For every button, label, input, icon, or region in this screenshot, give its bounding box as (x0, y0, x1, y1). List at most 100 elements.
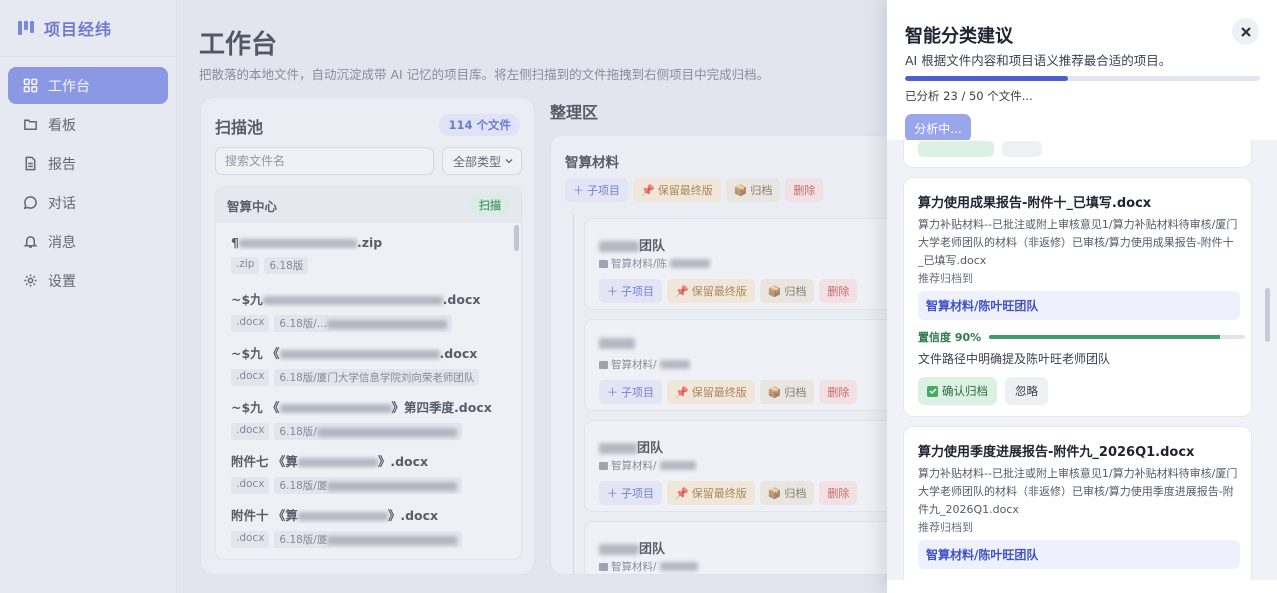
delete-button[interactable]: 删除 (785, 178, 824, 202)
team-card[interactable]: 智算材料/ ＋ 子项目 📌 保留最终版 📦 归档 删除 (584, 319, 887, 411)
sidebar-item-chat[interactable]: 对话 (8, 184, 168, 221)
team-path: 智算材料/陈 (599, 256, 711, 271)
type-filter-value: 全部类型 (453, 154, 502, 169)
search-input[interactable] (215, 147, 434, 175)
file-name: ~$九 《》第四季度.docx (231, 400, 492, 415)
kanban-icon (22, 117, 38, 133)
add-subproject-button[interactable]: ＋ 子项目 (599, 481, 662, 505)
scan-group-title: 智算中心 (227, 198, 278, 214)
suggestion-card: 算力使用季度进展报告-附件九_2026Q1.docx 算力补贴材料--已批注或附… (903, 426, 1252, 580)
chat-icon (22, 195, 38, 211)
organize-panel: 智算材料 ＋ 子项目 📌 保留最终版 📦 归档 删除 团队 智算材料/陈 ＋ 子… (550, 135, 887, 575)
archive-button[interactable]: 📦 归档 (759, 481, 815, 505)
file-item[interactable]: ~$九 《 .docx .docx 6.18版/厦门大学信息学院刘向荣老师团队 (216, 331, 521, 386)
file-ext-tag: .zip (231, 257, 260, 274)
recommend-label: 推荐归档到 (918, 272, 973, 285)
scan-group-header: 智算中心 扫描 (216, 187, 521, 223)
team-name: 团队 (599, 235, 665, 254)
sidebar-item-settings[interactable]: 设置 (8, 262, 168, 299)
file-path-tag: 6.18版/ (274, 423, 462, 440)
team-actions: ＋ 子项目 📌 保留最终版 📦 归档 删除 (599, 279, 858, 303)
file-name: 附件十 《算 》.docx (231, 508, 439, 523)
file-name: ~$九 《 .docx (231, 346, 478, 361)
file-item[interactable]: ~$九 《》第四季度.docx .docx 6.18版/ (216, 385, 521, 440)
main-workspace: 工作台 把散落的本地文件，自动沉淀成带 AI 记忆的项目库。将左侧扫描到的文件拖… (177, 0, 887, 593)
archive-button[interactable]: 📦 归档 (759, 279, 815, 303)
keep-final-button[interactable]: 📌 保留最终版 (667, 481, 755, 505)
team-actions: ＋ 子项目 📌 保留最终版 📦 归档 删除 (599, 380, 858, 404)
sidebar-item-label: 看板 (48, 117, 76, 134)
chevron-down-icon (505, 159, 513, 164)
sidebar-nav: 工作台 看板 报告 对话 消息 设置 (0, 57, 176, 299)
page-subtitle: 把散落的本地文件，自动沉淀成带 AI 记忆的项目库。将左侧扫描到的文件拖拽到右侧… (199, 67, 770, 82)
sidebar-item-label: 报告 (48, 156, 76, 173)
confirm-archive-button[interactable]: 确认归档 (918, 377, 997, 405)
sidebar-item-label: 设置 (48, 273, 76, 290)
folder-icon (599, 461, 608, 470)
close-button[interactable] (1232, 18, 1259, 45)
file-item[interactable]: 附件七 《算 》.docx .docx 6.18版/厦 (216, 439, 521, 494)
analyzing-button[interactable]: 分析中... (905, 114, 971, 142)
file-item[interactable]: ¶ .zip .zip 6.18版 (216, 223, 521, 277)
drawer-scrollbar[interactable] (1265, 288, 1270, 342)
smart-classify-drawer: 智能分类建议 AI 根据文件内容和项目语义推荐最合适的项目。 已分析 23 / … (887, 0, 1277, 593)
add-subproject-button[interactable]: ＋ 子项目 (599, 380, 662, 404)
team-card[interactable]: 团队 智算材料/ (584, 521, 887, 574)
type-filter-select[interactable]: 全部类型 (442, 147, 522, 175)
team-card[interactable]: 团队 智算材料/陈 ＋ 子项目 📌 保留最终版 📦 归档 删除 (584, 218, 887, 310)
file-ext-tag: .docx (231, 531, 270, 548)
sidebar-item-workbench[interactable]: 工作台 (8, 67, 168, 104)
archive-button[interactable]: 📦 归档 (759, 380, 815, 404)
delete-button[interactable]: 删除 (819, 481, 858, 505)
team-path: 智算材料/ (599, 357, 690, 372)
archive-button[interactable]: 📦 归档 (725, 178, 781, 202)
gear-icon (22, 273, 38, 289)
scan-button[interactable]: 扫描 (471, 195, 509, 215)
brand: 项目经纬 (0, 0, 176, 57)
recommended-target: 智算材料/陈叶旺团队 (918, 540, 1240, 569)
delete-button[interactable]: 删除 (819, 279, 858, 303)
confidence-row: 置信度 90% (918, 329, 1246, 345)
team-card[interactable]: 团队 智算材料/ ＋ 子项目 📌 保留最终版 📦 归档 删除 (584, 420, 887, 512)
file-name: ~$九 .docx (231, 292, 481, 307)
analysis-progress-bar (905, 76, 1260, 81)
file-path-tag: 6.18版/厦 (274, 531, 463, 548)
ignore-button[interactable]: 忽略 (1005, 377, 1048, 405)
keep-final-button[interactable]: 📌 保留最终版 (633, 178, 721, 202)
file-item[interactable]: 附件十 《算 》.docx .docx 6.18版/厦 (216, 493, 521, 548)
page-title: 工作台 (199, 30, 278, 60)
file-path-tag: 6.18版/... (274, 315, 452, 332)
sidebar: 项目经纬 工作台 看板 报告 对话 消息 设置 (0, 0, 177, 593)
keep-final-button[interactable]: 📌 保留最终版 (667, 380, 755, 404)
sidebar-item-messages[interactable]: 消息 (8, 223, 168, 260)
team-name (599, 336, 635, 351)
sidebar-item-kanban[interactable]: 看板 (8, 106, 168, 143)
folder-icon (599, 562, 608, 571)
bell-icon (22, 234, 38, 250)
brand-logo-icon (18, 21, 34, 35)
file-item[interactable]: ~$九 .docx .docx 6.18版/... (216, 277, 521, 332)
delete-button[interactable]: 删除 (819, 380, 858, 404)
file-path-tag: 6.18版/厦门大学信息学院刘向荣老师团队 (274, 369, 480, 386)
sidebar-item-label: 消息 (48, 234, 76, 251)
file-path-tag: 6.18版/厦 (274, 477, 463, 494)
keep-final-button[interactable]: 📌 保留最终版 (667, 279, 755, 303)
team-path: 智算材料/ (599, 458, 696, 473)
file-count-badge: 114 个文件 (439, 114, 520, 136)
tree-line (573, 214, 574, 574)
add-subproject-button[interactable]: ＋ 子项目 (565, 178, 628, 202)
scan-group: 智算中心 扫描 ¶ .zip .zip 6.18版 ~$九 .docx .docx 6.… (215, 186, 522, 560)
project-title: 智算材料 (565, 155, 619, 171)
sidebar-item-report[interactable]: 报告 (8, 145, 168, 182)
checkmark-icon (927, 385, 938, 397)
analysis-progress-text: 已分析 23 / 50 个文件... (905, 89, 1033, 103)
file-version-tag: 6.18版 (264, 257, 309, 274)
file-ext-tag: .docx (231, 423, 270, 440)
recommended-target: 智算材料/陈叶旺团队 (918, 291, 1240, 320)
confidence-bar (989, 335, 1246, 339)
project-actions: ＋ 子项目 📌 保留最终版 📦 归档 删除 (565, 178, 824, 202)
scan-scrollbar[interactable] (514, 223, 520, 559)
suggestion-list: 算力使用成果报告-附件十_已填写.docx 算力补贴材料--已批注或附上审核意见… (887, 140, 1277, 580)
drawer-description: AI 根据文件内容和项目语义推荐最合适的项目。 (905, 53, 1172, 68)
add-subproject-button[interactable]: ＋ 子项目 (599, 279, 662, 303)
